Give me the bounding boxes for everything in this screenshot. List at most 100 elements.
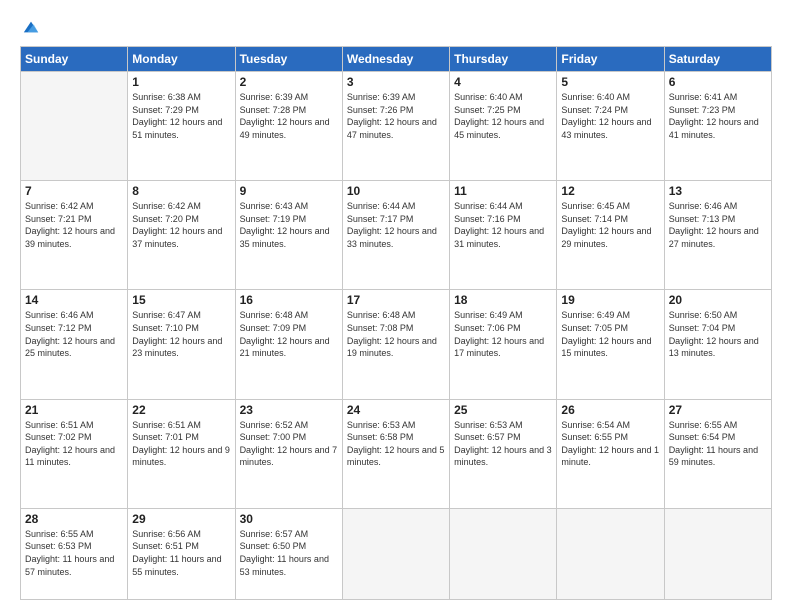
- calendar-week-row: 14Sunrise: 6:46 AMSunset: 7:12 PMDayligh…: [21, 290, 772, 399]
- calendar-cell: 10 Sunrise: 6:44 AMSunset: 7:17 PMDayligh…: [342, 181, 449, 290]
- day-number: 28: [25, 512, 123, 526]
- calendar-cell: 24Sunrise: 6:53 AMSunset: 6:58 PMDayligh…: [342, 399, 449, 508]
- weekday-header-monday: Monday: [128, 47, 235, 72]
- day-number: 30: [240, 512, 338, 526]
- weekday-header-sunday: Sunday: [21, 47, 128, 72]
- calendar-week-row: 28 Sunrise: 6:55 AMSunset: 6:53 PMDayligh…: [21, 508, 772, 599]
- calendar-cell: 25 Sunrise: 6:53 AMSunset: 6:57 PMDayligh…: [450, 399, 557, 508]
- day-number: 2: [240, 75, 338, 89]
- weekday-header-thursday: Thursday: [450, 47, 557, 72]
- calendar-cell: [664, 508, 771, 599]
- day-info: Sunrise: 6:57 AMSunset: 6:50 PMDaylight:…: [240, 528, 338, 578]
- calendar-cell: 30 Sunrise: 6:57 AMSunset: 6:50 PMDayligh…: [235, 508, 342, 599]
- day-info: Sunrise: 6:39 AMSunset: 7:26 PMDaylight:…: [347, 91, 445, 141]
- day-number: 22: [132, 403, 230, 417]
- weekday-header-tuesday: Tuesday: [235, 47, 342, 72]
- calendar-cell: 22 Sunrise: 6:51 AMSunset: 7:01 PMDayligh…: [128, 399, 235, 508]
- day-number: 18: [454, 293, 552, 307]
- calendar-cell: 16 Sunrise: 6:48 AMSunset: 7:09 PMDayligh…: [235, 290, 342, 399]
- calendar-cell: 26 Sunrise: 6:54 AMSunset: 6:55 PMDayligh…: [557, 399, 664, 508]
- day-info: Sunrise: 6:54 AMSunset: 6:55 PMDaylight:…: [561, 419, 659, 469]
- day-number: 26: [561, 403, 659, 417]
- day-info: Sunrise: 6:56 AMSunset: 6:51 PMDaylight:…: [132, 528, 230, 578]
- day-number: 23: [240, 403, 338, 417]
- weekday-header-friday: Friday: [557, 47, 664, 72]
- logo: [20, 18, 40, 36]
- day-number: 6: [669, 75, 767, 89]
- calendar-week-row: 7 Sunrise: 6:42 AMSunset: 7:21 PMDaylight…: [21, 181, 772, 290]
- day-number: 24: [347, 403, 445, 417]
- header: [20, 18, 772, 36]
- day-info: Sunrise: 6:39 AMSunset: 7:28 PMDaylight:…: [240, 91, 338, 141]
- calendar-cell: 13 Sunrise: 6:46 AMSunset: 7:13 PMDayligh…: [664, 181, 771, 290]
- day-info: Sunrise: 6:55 AMSunset: 6:54 PMDaylight:…: [669, 419, 767, 469]
- calendar-table: SundayMondayTuesdayWednesdayThursdayFrid…: [20, 46, 772, 600]
- calendar-cell: 6 Sunrise: 6:41 AMSunset: 7:23 PMDaylight…: [664, 72, 771, 181]
- calendar-cell: [557, 508, 664, 599]
- calendar-cell: 2 Sunrise: 6:39 AMSunset: 7:28 PMDaylight…: [235, 72, 342, 181]
- day-info: Sunrise: 6:53 AMSunset: 6:57 PMDaylight:…: [454, 419, 552, 469]
- calendar-cell: 27 Sunrise: 6:55 AMSunset: 6:54 PMDayligh…: [664, 399, 771, 508]
- calendar-cell: 1 Sunrise: 6:38 AMSunset: 7:29 PMDaylight…: [128, 72, 235, 181]
- page: SundayMondayTuesdayWednesdayThursdayFrid…: [0, 0, 792, 612]
- calendar-week-row: 21Sunrise: 6:51 AMSunset: 7:02 PMDayligh…: [21, 399, 772, 508]
- day-number: 29: [132, 512, 230, 526]
- calendar-cell: 28 Sunrise: 6:55 AMSunset: 6:53 PMDayligh…: [21, 508, 128, 599]
- day-info: Sunrise: 6:42 AMSunset: 7:20 PMDaylight:…: [132, 200, 230, 250]
- calendar-cell: [450, 508, 557, 599]
- day-info: Sunrise: 6:43 AMSunset: 7:19 PMDaylight:…: [240, 200, 338, 250]
- day-number: 7: [25, 184, 123, 198]
- calendar-cell: 11 Sunrise: 6:44 AMSunset: 7:16 PMDayligh…: [450, 181, 557, 290]
- day-number: 15: [132, 293, 230, 307]
- calendar-cell: 4 Sunrise: 6:40 AMSunset: 7:25 PMDaylight…: [450, 72, 557, 181]
- day-number: 20: [669, 293, 767, 307]
- day-number: 14: [25, 293, 123, 307]
- day-info: Sunrise: 6:50 AMSunset: 7:04 PMDaylight:…: [669, 309, 767, 359]
- day-info: Sunrise: 6:44 AMSunset: 7:17 PMDaylight:…: [347, 200, 445, 250]
- calendar-cell: 21Sunrise: 6:51 AMSunset: 7:02 PMDayligh…: [21, 399, 128, 508]
- day-number: 9: [240, 184, 338, 198]
- day-info: Sunrise: 6:51 AMSunset: 7:01 PMDaylight:…: [132, 419, 230, 469]
- day-number: 10: [347, 184, 445, 198]
- day-info: Sunrise: 6:49 AMSunset: 7:05 PMDaylight:…: [561, 309, 659, 359]
- day-info: Sunrise: 6:49 AMSunset: 7:06 PMDaylight:…: [454, 309, 552, 359]
- day-info: Sunrise: 6:48 AMSunset: 7:09 PMDaylight:…: [240, 309, 338, 359]
- day-number: 16: [240, 293, 338, 307]
- day-info: Sunrise: 6:45 AMSunset: 7:14 PMDaylight:…: [561, 200, 659, 250]
- day-number: 27: [669, 403, 767, 417]
- day-info: Sunrise: 6:40 AMSunset: 7:25 PMDaylight:…: [454, 91, 552, 141]
- day-info: Sunrise: 6:46 AMSunset: 7:13 PMDaylight:…: [669, 200, 767, 250]
- day-number: 4: [454, 75, 552, 89]
- day-info: Sunrise: 6:41 AMSunset: 7:23 PMDaylight:…: [669, 91, 767, 141]
- day-number: 1: [132, 75, 230, 89]
- day-info: Sunrise: 6:44 AMSunset: 7:16 PMDaylight:…: [454, 200, 552, 250]
- calendar-cell: 29 Sunrise: 6:56 AMSunset: 6:51 PMDayligh…: [128, 508, 235, 599]
- day-number: 5: [561, 75, 659, 89]
- logo-icon: [22, 18, 40, 36]
- calendar-week-row: 1 Sunrise: 6:38 AMSunset: 7:29 PMDaylight…: [21, 72, 772, 181]
- day-info: Sunrise: 6:40 AMSunset: 7:24 PMDaylight:…: [561, 91, 659, 141]
- day-info: Sunrise: 6:55 AMSunset: 6:53 PMDaylight:…: [25, 528, 123, 578]
- calendar-cell: 17 Sunrise: 6:48 AMSunset: 7:08 PMDayligh…: [342, 290, 449, 399]
- day-info: Sunrise: 6:48 AMSunset: 7:08 PMDaylight:…: [347, 309, 445, 359]
- day-info: Sunrise: 6:38 AMSunset: 7:29 PMDaylight:…: [132, 91, 230, 141]
- day-number: 19: [561, 293, 659, 307]
- calendar-cell: 9 Sunrise: 6:43 AMSunset: 7:19 PMDaylight…: [235, 181, 342, 290]
- calendar-cell: 12Sunrise: 6:45 AMSunset: 7:14 PMDayligh…: [557, 181, 664, 290]
- day-number: 13: [669, 184, 767, 198]
- day-number: 3: [347, 75, 445, 89]
- calendar-cell: 7 Sunrise: 6:42 AMSunset: 7:21 PMDaylight…: [21, 181, 128, 290]
- calendar-cell: 5 Sunrise: 6:40 AMSunset: 7:24 PMDaylight…: [557, 72, 664, 181]
- day-info: Sunrise: 6:51 AMSunset: 7:02 PMDaylight:…: [25, 419, 123, 469]
- day-info: Sunrise: 6:42 AMSunset: 7:21 PMDaylight:…: [25, 200, 123, 250]
- day-number: 11: [454, 184, 552, 198]
- weekday-header-wednesday: Wednesday: [342, 47, 449, 72]
- day-number: 17: [347, 293, 445, 307]
- calendar-cell: 8Sunrise: 6:42 AMSunset: 7:20 PMDaylight…: [128, 181, 235, 290]
- weekday-header-row: SundayMondayTuesdayWednesdayThursdayFrid…: [21, 47, 772, 72]
- calendar-cell: 20 Sunrise: 6:50 AMSunset: 7:04 PMDayligh…: [664, 290, 771, 399]
- day-number: 25: [454, 403, 552, 417]
- calendar-cell: 3 Sunrise: 6:39 AMSunset: 7:26 PMDaylight…: [342, 72, 449, 181]
- day-info: Sunrise: 6:47 AMSunset: 7:10 PMDaylight:…: [132, 309, 230, 359]
- calendar-cell: 18 Sunrise: 6:49 AMSunset: 7:06 PMDayligh…: [450, 290, 557, 399]
